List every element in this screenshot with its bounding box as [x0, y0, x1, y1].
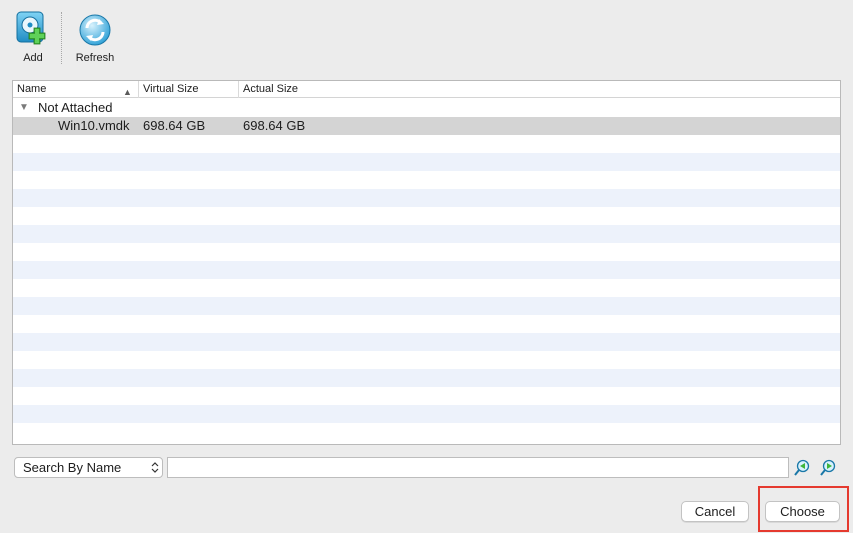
empty-row	[13, 189, 840, 207]
refresh-button[interactable]: Refresh	[70, 10, 120, 64]
search-mode-label: Search By Name	[23, 460, 122, 475]
empty-row	[13, 153, 840, 171]
empty-row	[13, 171, 840, 189]
table-header: Name ▲ Virtual Size Actual Size	[13, 81, 840, 98]
select-arrows-icon	[151, 459, 159, 476]
empty-row	[13, 423, 840, 441]
empty-row	[13, 315, 840, 333]
refresh-label: Refresh	[75, 52, 115, 64]
empty-row	[13, 405, 840, 423]
table-body: ▼ Not Attached Win10.vmdk 698.64 GB 698.…	[13, 99, 840, 444]
empty-row	[13, 369, 840, 387]
add-label: Add	[23, 52, 43, 64]
choose-button[interactable]: Choose	[765, 501, 840, 522]
search-mode-select[interactable]: Search By Name	[14, 457, 163, 478]
empty-row	[13, 207, 840, 225]
group-label: Not Attached	[38, 100, 113, 115]
media-table[interactable]: Name ▲ Virtual Size Actual Size ▼ Not At…	[12, 80, 841, 445]
column-header-actual-size[interactable]: Actual Size	[238, 81, 438, 98]
toolbar: Add Refresh	[0, 0, 853, 72]
disclosure-triangle-icon[interactable]: ▼	[19, 99, 29, 117]
table-row[interactable]: Win10.vmdk 698.64 GB 698.64 GB	[13, 117, 840, 135]
column-header-virtual-size[interactable]: Virtual Size	[138, 81, 238, 98]
empty-row	[13, 243, 840, 261]
empty-row	[13, 387, 840, 405]
refresh-icon	[77, 10, 113, 48]
empty-row	[13, 351, 840, 369]
empty-row	[13, 333, 840, 351]
group-row-not-attached[interactable]: ▼ Not Attached	[13, 99, 840, 117]
search-next-icon[interactable]	[819, 459, 837, 477]
cancel-button[interactable]: Cancel	[681, 501, 749, 522]
empty-row	[13, 297, 840, 315]
empty-row	[13, 225, 840, 243]
empty-row	[13, 279, 840, 297]
add-button[interactable]: Add	[8, 10, 58, 64]
search-input[interactable]	[167, 457, 789, 478]
cell-virtual-size: 698.64 GB	[143, 118, 206, 133]
cell-actual-size: 698.64 GB	[243, 118, 306, 133]
column-header-name[interactable]: Name ▲	[13, 81, 138, 98]
empty-row	[13, 261, 840, 279]
add-disk-icon	[15, 10, 51, 48]
cell-name: Win10.vmdk	[58, 118, 130, 133]
toolbar-separator	[61, 12, 62, 64]
search-previous-icon[interactable]	[793, 459, 811, 477]
empty-row	[13, 135, 840, 153]
